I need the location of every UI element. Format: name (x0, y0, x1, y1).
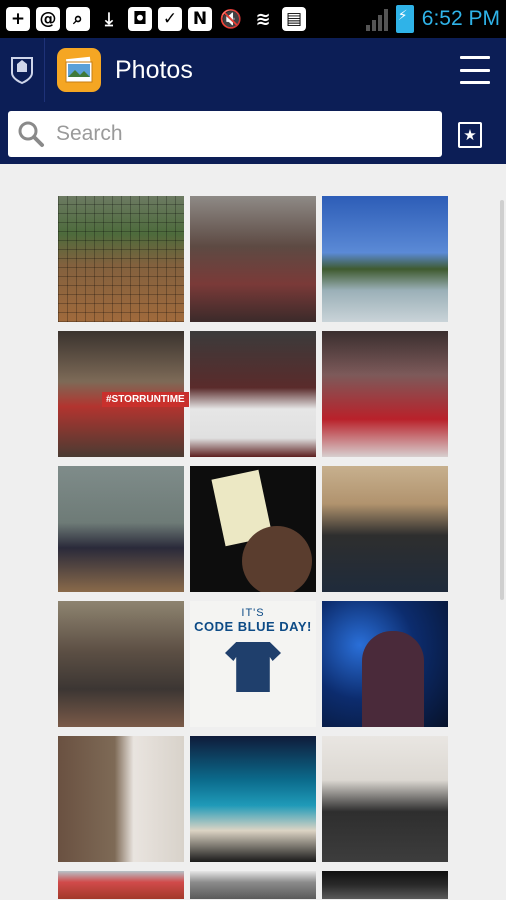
photo-tile[interactable] (58, 196, 184, 322)
photo-tile[interactable] (322, 736, 448, 862)
clock: 6:52 PM (421, 7, 500, 30)
mute-icon: 🔇 (219, 8, 243, 30)
photo-tile[interactable] (58, 601, 184, 727)
photos-app-icon (57, 48, 101, 92)
photo-tile[interactable] (190, 871, 316, 899)
photo-tile[interactable] (322, 601, 448, 727)
at-icon: @ (36, 7, 60, 31)
nfc-icon: N (188, 7, 212, 31)
camera-upload-icon: ◘ (128, 7, 152, 31)
photo-caption: #STORRUNTIME (102, 392, 189, 407)
photo-caption-line2: CODE BLUE DAY! (194, 619, 312, 634)
search-icon (18, 121, 44, 147)
photo-tile[interactable] (190, 736, 316, 862)
photo-caption-line1: IT'S (241, 607, 265, 619)
bookmark-star-icon[interactable]: ★ (458, 122, 482, 148)
page-title: Photos (115, 55, 193, 84)
app-bar: Photos (0, 38, 506, 102)
scrollbar[interactable] (500, 200, 504, 600)
photo-tile[interactable] (190, 466, 316, 592)
search-bar: ★ (0, 102, 506, 164)
photo-tile[interactable] (190, 331, 316, 457)
battery-charging-icon (395, 5, 414, 33)
photo-tile[interactable] (322, 196, 448, 322)
photo-tile[interactable]: IT'S CODE BLUE DAY! (190, 601, 316, 727)
tshirt-image (225, 642, 281, 692)
mail-check-icon: ✓ (158, 7, 182, 31)
photo-tile[interactable] (190, 196, 316, 322)
photo-tile[interactable] (322, 871, 448, 899)
search-square-icon: ⌕ (66, 7, 90, 31)
search-input[interactable] (54, 121, 428, 147)
search-box[interactable] (8, 111, 442, 157)
add-icon: + (6, 7, 30, 31)
photo-tile[interactable] (58, 736, 184, 862)
download-icon: ⤓ (105, 8, 113, 30)
hamburger-menu-icon[interactable] (460, 56, 490, 84)
photo-tile[interactable] (58, 871, 184, 899)
photo-tile[interactable] (58, 466, 184, 592)
photo-tile[interactable] (322, 331, 448, 457)
photo-grid: IT'S CODE BLUE DAY! (58, 196, 450, 899)
sim-error-icon: ▤ (282, 7, 306, 31)
university-crest-icon[interactable] (0, 38, 45, 102)
status-bar: + @ ⌕ ⤓ ◘ ✓ N 🔇 ≋ ▤ 6:52 PM (0, 0, 506, 38)
photo-tile[interactable] (322, 466, 448, 592)
wifi-icon: ≋ (255, 8, 271, 30)
signal-icon (365, 7, 388, 31)
